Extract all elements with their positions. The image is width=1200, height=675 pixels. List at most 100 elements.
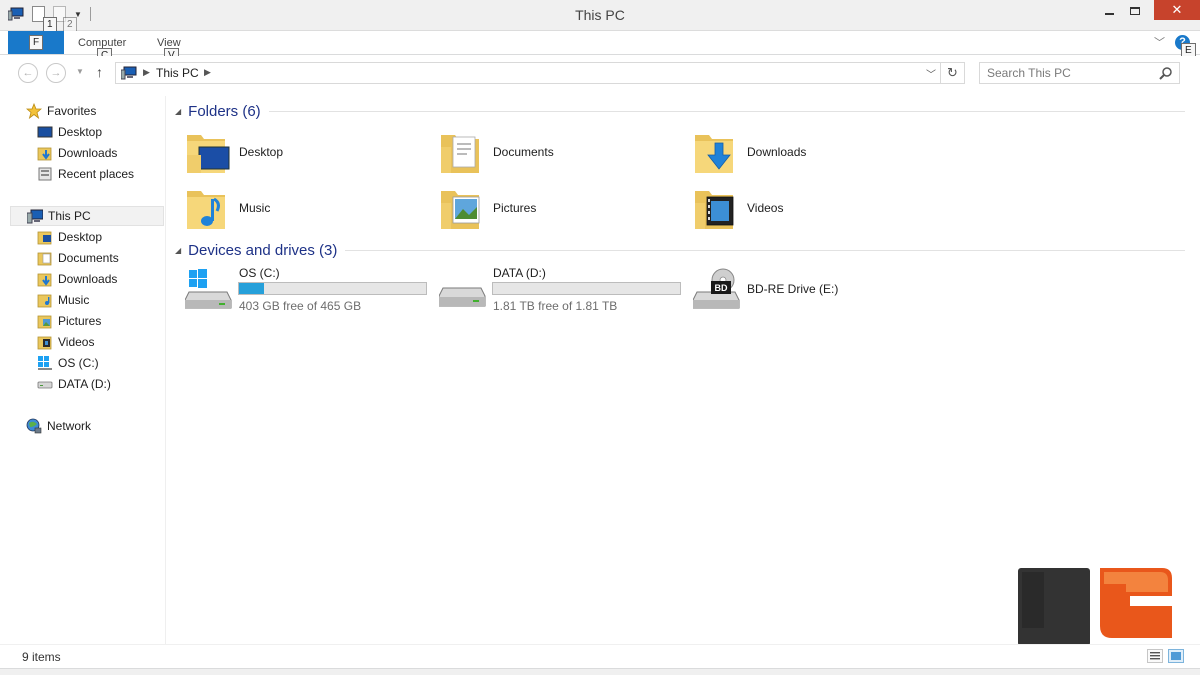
breadcrumb-separator-icon[interactable]: ▶ (143, 67, 150, 78)
drive-free-space: 403 GB free of 465 GB (239, 299, 362, 313)
breadcrumb-separator-icon[interactable]: ▶ (204, 67, 211, 78)
devices-group-header[interactable]: ◢ Devices and drives (3) (175, 240, 1185, 260)
maximize-icon (1130, 7, 1140, 15)
nav-favorites-downloads[interactable]: Downloads (37, 143, 164, 163)
ribbon: F Computer C View V ﹀ ? E (0, 31, 1200, 63)
large-icons-view-button[interactable] (1168, 649, 1184, 663)
nav-label: Desktop (58, 230, 103, 244)
music-folder-icon (37, 292, 53, 308)
folder-videos[interactable]: Videos (675, 182, 925, 234)
folder-music[interactable]: Music (167, 182, 417, 234)
drive-data-d[interactable]: DATA (D:) 1.81 TB free of 1.81 TB (421, 264, 681, 316)
collapse-triangle-icon[interactable]: ◢ (175, 246, 181, 255)
folder-name: Documents (493, 145, 554, 159)
nav-this-pc-pictures[interactable]: Pictures (37, 311, 164, 331)
nav-this-pc-desktop[interactable]: Desktop (37, 227, 164, 247)
nav-this-pc-downloads[interactable]: Downloads (37, 269, 164, 289)
watermark-logo (1012, 556, 1182, 648)
downloads-folder-icon (693, 127, 739, 177)
nav-label: Music (58, 293, 90, 307)
this-pc-icon (120, 66, 137, 83)
capacity-bar (238, 282, 427, 295)
refresh-button[interactable]: ↻ (941, 62, 965, 84)
search-box[interactable] (979, 62, 1180, 84)
window-right-edge (1190, 90, 1200, 644)
drive-os-c[interactable]: OS (C:) 403 GB free of 465 GB (167, 264, 427, 316)
desktop-folder-icon (185, 127, 231, 177)
nav-this-pc-os-drive[interactable]: OS (C:) (37, 353, 164, 373)
capacity-bar (492, 282, 681, 295)
details-view-button[interactable] (1147, 649, 1163, 663)
forward-button[interactable]: → (46, 63, 66, 83)
this-pc-icon (26, 208, 44, 224)
navigation-pane: Favorites Desktop Downloads Recent place… (0, 96, 166, 644)
nav-label: Pictures (58, 314, 102, 328)
folder-name: Pictures (493, 201, 537, 215)
search-input[interactable] (980, 63, 1150, 83)
nav-favorites-desktop[interactable]: Desktop (37, 122, 164, 142)
folder-desktop[interactable]: Desktop (167, 126, 417, 178)
group-divider (268, 110, 1185, 112)
close-button[interactable]: ✕ (1154, 0, 1200, 20)
drive-free-space: 1.81 TB free of 1.81 TB (493, 299, 618, 313)
folders-group-header[interactable]: ◢ Folders (6) (175, 101, 1185, 121)
address-history-dropdown-icon[interactable]: ﹀ (922, 63, 940, 83)
bd-badge: BD (715, 283, 728, 293)
nav-label: This PC (48, 209, 91, 223)
search-icon[interactable] (1159, 66, 1173, 80)
nav-label: Recent places (58, 167, 135, 181)
folder-downloads[interactable]: Downloads (675, 126, 925, 178)
address-bar[interactable]: ▶ This PC ▶ ﹀ (115, 62, 941, 84)
documents-folder-icon (439, 127, 485, 177)
pictures-folder-icon (439, 183, 485, 233)
nav-label: Desktop (58, 125, 103, 139)
folder-name: Videos (747, 201, 784, 215)
window-controls: ✕ (1096, 0, 1200, 24)
window-title: This PC (575, 7, 625, 23)
maximize-button[interactable] (1122, 0, 1148, 22)
up-button[interactable]: ↑ (96, 64, 103, 80)
nav-label: Network (47, 419, 92, 433)
nav-favorites[interactable]: Favorites (25, 101, 164, 121)
group-title: Devices and drives (3) (188, 241, 338, 259)
recent-locations-dropdown-icon[interactable]: ▼ (76, 67, 84, 76)
nav-this-pc[interactable]: This PC (10, 206, 164, 226)
nav-this-pc-music[interactable]: Music (37, 290, 164, 310)
drive-bd-re-e[interactable]: BD BD-RE Drive (E:) (675, 264, 925, 316)
desktop-icon (37, 124, 53, 140)
folder-name: Downloads (747, 145, 807, 159)
windows-drive-icon (184, 268, 233, 312)
breadcrumb-this-pc[interactable]: This PC (156, 66, 199, 80)
downloads-folder-icon (37, 271, 53, 287)
nav-label: Favorites (47, 104, 97, 118)
nav-favorites-recent-places[interactable]: Recent places (37, 164, 164, 184)
windows-drive-icon (37, 355, 53, 371)
nav-this-pc-videos[interactable]: Videos (37, 332, 164, 352)
tab-file[interactable]: F (8, 31, 64, 54)
minimize-button[interactable] (1096, 0, 1122, 22)
title-bar: ▼ 1 2 This PC ✕ (0, 0, 1200, 32)
status-bar: 9 items (0, 644, 1200, 668)
folder-documents[interactable]: Documents (421, 126, 671, 178)
drive-name: DATA (D:) (493, 266, 546, 280)
item-count: 9 items (22, 650, 61, 664)
nav-this-pc-data-drive[interactable]: DATA (D:) (37, 374, 164, 394)
expand-ribbon-chevron-icon[interactable]: ﹀ (1154, 34, 1165, 50)
pictures-folder-icon (37, 313, 53, 329)
nav-network[interactable]: Network (26, 416, 164, 436)
large-icons-view-icon (1171, 652, 1181, 660)
back-button[interactable]: ← (18, 63, 38, 83)
refresh-icon: ↻ (947, 65, 958, 80)
nav-this-pc-documents[interactable]: Documents (37, 248, 164, 268)
group-title: Folders (6) (188, 102, 261, 120)
navigation-bar: ← → ▼ ↑ ▶ This PC ▶ ﹀ ↻ (0, 56, 1200, 90)
keytip-file: F (28, 35, 44, 50)
nav-label: Documents (58, 251, 119, 265)
music-folder-icon (185, 183, 231, 233)
folder-pictures[interactable]: Pictures (421, 182, 671, 234)
nav-label: Downloads (58, 272, 118, 286)
star-icon (25, 102, 43, 120)
folder-name: Desktop (239, 145, 284, 159)
collapse-triangle-icon[interactable]: ◢ (175, 107, 181, 116)
desktop-folder-icon (37, 229, 53, 245)
